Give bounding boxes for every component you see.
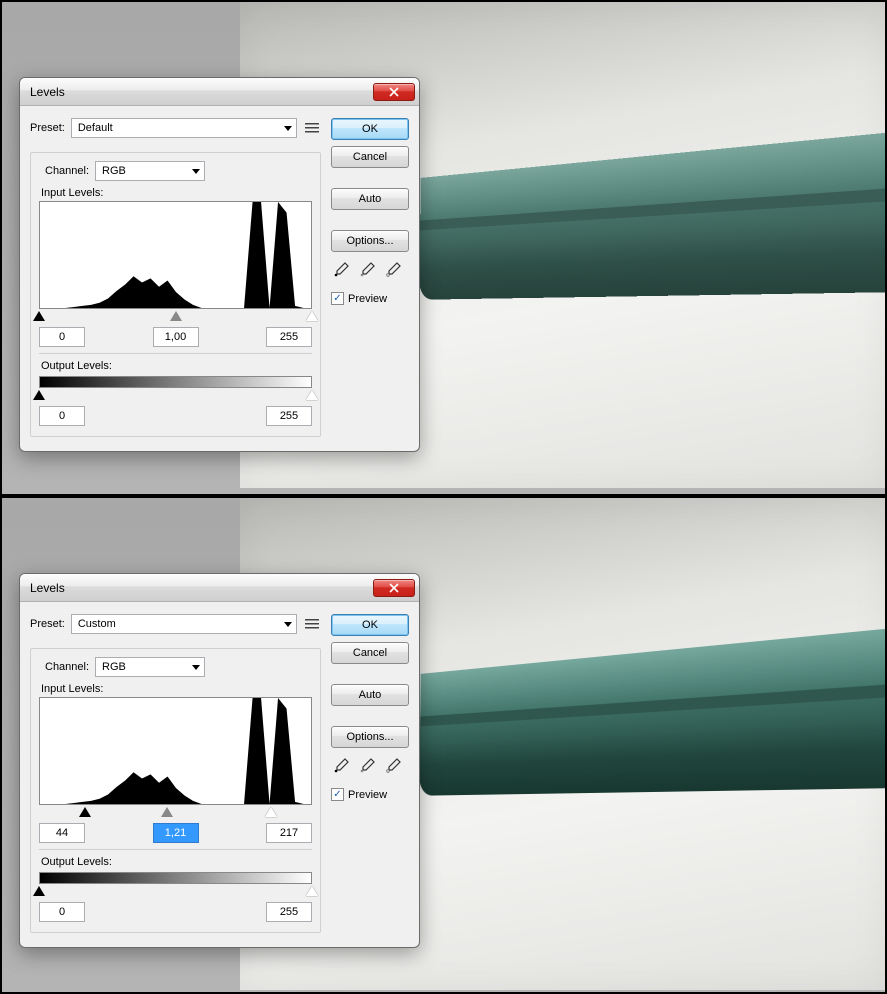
input-gamma-field[interactable] xyxy=(153,823,199,843)
output-black-field[interactable] xyxy=(39,902,85,922)
dialog-title: Levels xyxy=(30,581,373,595)
eyedrop-white[interactable] xyxy=(383,756,403,776)
input-slider-track[interactable] xyxy=(39,807,312,819)
levels-dialog-top: Levels Preset: Default Channel: xyxy=(19,77,420,452)
eyedropper-icon xyxy=(385,262,401,278)
channel-value: RGB xyxy=(102,661,126,673)
chevron-down-icon xyxy=(192,169,200,174)
close-button[interactable] xyxy=(373,83,415,101)
levels-dialog-bottom: Levels Preset: Custom Channel: R xyxy=(19,573,420,948)
gamma-slider[interactable] xyxy=(170,311,182,321)
output-levels-label: Output Levels: xyxy=(41,856,312,868)
preview-checkbox[interactable] xyxy=(331,788,344,801)
preview-checkbox[interactable] xyxy=(331,292,344,305)
channel-combo[interactable]: RGB xyxy=(95,657,205,677)
menu-icon xyxy=(305,122,319,134)
preset-menu-button[interactable] xyxy=(303,119,321,137)
divider xyxy=(39,849,312,850)
eyedrop-gray[interactable] xyxy=(357,260,377,280)
input-histogram xyxy=(39,697,312,805)
input-gamma-field[interactable] xyxy=(153,327,199,347)
chevron-down-icon xyxy=(284,126,292,131)
chevron-down-icon xyxy=(192,665,200,670)
levels-group: Channel: RGB Input Levels: xyxy=(30,648,321,933)
gamma-slider[interactable] xyxy=(161,807,173,817)
output-black-slider[interactable] xyxy=(33,886,45,896)
divider xyxy=(39,353,312,354)
output-gradient xyxy=(39,872,312,884)
output-white-field[interactable] xyxy=(266,406,312,426)
auto-button[interactable]: Auto xyxy=(331,684,409,706)
eyedropper-icon xyxy=(385,758,401,774)
output-black-field[interactable] xyxy=(39,406,85,426)
options-button[interactable]: Options... xyxy=(331,230,409,252)
options-button[interactable]: Options... xyxy=(331,726,409,748)
channel-label: Channel: xyxy=(45,165,89,177)
cancel-button[interactable]: Cancel xyxy=(331,146,409,168)
input-levels-label: Input Levels: xyxy=(41,683,312,695)
input-white-field[interactable] xyxy=(266,823,312,843)
eyedrop-white[interactable] xyxy=(383,260,403,280)
eyedropper-icon xyxy=(359,758,375,774)
output-slider-track[interactable] xyxy=(39,390,312,402)
input-slider-track[interactable] xyxy=(39,311,312,323)
cancel-button[interactable]: Cancel xyxy=(331,642,409,664)
output-gradient xyxy=(39,376,312,388)
input-black-field[interactable] xyxy=(39,823,85,843)
preview-label: Preview xyxy=(348,789,387,801)
eyedrop-black[interactable] xyxy=(331,756,351,776)
ok-button[interactable]: OK xyxy=(331,614,409,636)
preset-value: Custom xyxy=(78,618,116,630)
close-icon xyxy=(389,87,399,97)
eyedrop-black[interactable] xyxy=(331,260,351,280)
eyedropper-icon xyxy=(333,262,349,278)
output-white-field[interactable] xyxy=(266,902,312,922)
output-white-slider[interactable] xyxy=(306,886,318,896)
channel-value: RGB xyxy=(102,165,126,177)
preset-combo[interactable]: Default xyxy=(71,118,297,138)
close-icon xyxy=(389,583,399,593)
eyedrop-gray[interactable] xyxy=(357,756,377,776)
auto-button[interactable]: Auto xyxy=(331,188,409,210)
input-histogram xyxy=(39,201,312,309)
output-black-slider[interactable] xyxy=(33,390,45,400)
menu-icon xyxy=(305,618,319,630)
chevron-down-icon xyxy=(284,622,292,627)
output-levels-label: Output Levels: xyxy=(41,360,312,372)
eyedropper-icon xyxy=(359,262,375,278)
preview-label: Preview xyxy=(348,293,387,305)
input-black-field[interactable] xyxy=(39,327,85,347)
input-levels-label: Input Levels: xyxy=(41,187,312,199)
preset-value: Default xyxy=(78,122,113,134)
black-point-slider[interactable] xyxy=(79,807,91,817)
channel-label: Channel: xyxy=(45,661,89,673)
preset-combo[interactable]: Custom xyxy=(71,614,297,634)
dialog-title: Levels xyxy=(30,85,373,99)
black-point-slider[interactable] xyxy=(33,311,45,321)
histogram-chart xyxy=(40,202,311,308)
output-slider-track[interactable] xyxy=(39,886,312,898)
preset-menu-button[interactable] xyxy=(303,615,321,633)
white-point-slider[interactable] xyxy=(265,807,277,817)
histogram-chart xyxy=(40,698,311,804)
white-point-slider[interactable] xyxy=(306,311,318,321)
titlebar[interactable]: Levels xyxy=(20,78,419,106)
output-white-slider[interactable] xyxy=(306,390,318,400)
preset-label: Preset: xyxy=(30,618,65,630)
channel-combo[interactable]: RGB xyxy=(95,161,205,181)
titlebar[interactable]: Levels xyxy=(20,574,419,602)
ok-button[interactable]: OK xyxy=(331,118,409,140)
eyedropper-icon xyxy=(333,758,349,774)
input-white-field[interactable] xyxy=(266,327,312,347)
preset-label: Preset: xyxy=(30,122,65,134)
close-button[interactable] xyxy=(373,579,415,597)
levels-group: Channel: RGB Input Levels: xyxy=(30,152,321,437)
